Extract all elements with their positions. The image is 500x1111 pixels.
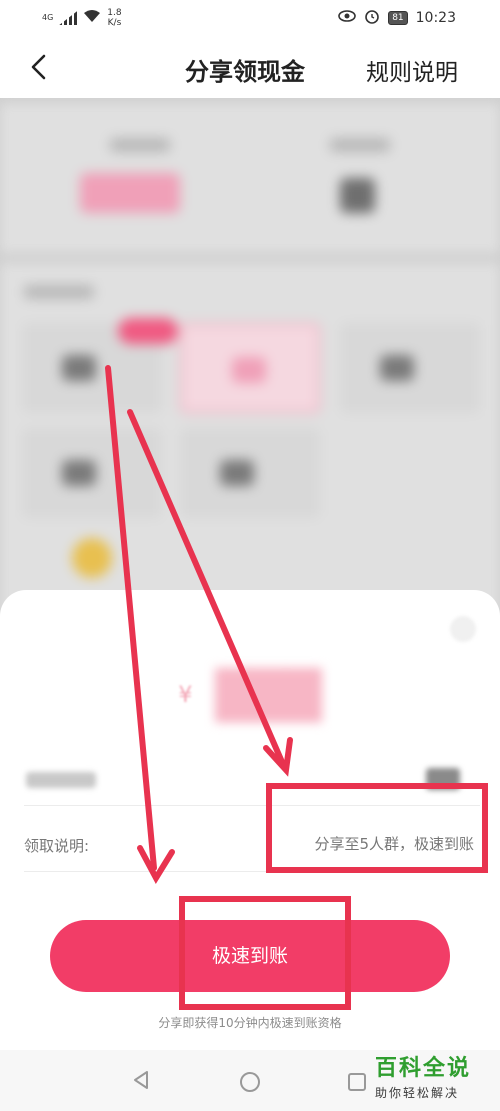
claim-value: 分享至5人群，极速到账	[314, 835, 474, 853]
alarm-icon	[364, 8, 380, 28]
signal-icon	[59, 11, 78, 25]
earned-amount	[80, 173, 180, 213]
clock: 10:23	[415, 10, 456, 26]
section-label	[24, 285, 94, 299]
amount-value-blurred: ███	[215, 668, 322, 722]
rules-link[interactable]: 规则说明	[366, 53, 458, 87]
hot-badge	[118, 318, 178, 344]
network-type: 4G	[42, 13, 54, 22]
page-title: 分享领现金	[185, 58, 305, 86]
summary-card	[0, 103, 500, 253]
eye-icon	[338, 10, 356, 26]
chevron-left-icon[interactable]	[28, 54, 50, 80]
square-recent-icon[interactable]	[348, 1073, 366, 1091]
triangle-back-icon[interactable]	[132, 1070, 150, 1095]
payout-hint: 分享即获得10分钟内极速到账资格	[158, 1016, 342, 1030]
option-tile	[22, 428, 162, 518]
divider	[24, 805, 480, 806]
amount-display: ¥ ███	[0, 668, 500, 722]
bottom-sheet: ¥ ███ 领取说明: 分享至5人群，极速到账 极速到账 分享即获得10分钟内极…	[0, 590, 500, 1050]
speed-value: 1.8	[107, 8, 122, 18]
network-speed: 1.8 K/s	[107, 8, 121, 28]
divider	[24, 871, 480, 872]
options-card	[0, 263, 500, 618]
summary-label	[330, 138, 390, 152]
status-right: 81 10:23	[338, 8, 456, 28]
count-value	[340, 178, 375, 213]
option-tile-selected	[180, 323, 320, 413]
coin-icon	[72, 538, 112, 578]
claim-label: 领取说明:	[24, 837, 90, 855]
page-header: 分享领现金 规则说明	[0, 36, 500, 98]
fast-payout-button[interactable]: 极速到账	[50, 920, 450, 992]
info-row-value	[426, 768, 460, 790]
circle-home-icon[interactable]	[240, 1072, 260, 1092]
status-bar: 4G 1.8 K/s 81 10:23	[0, 0, 500, 36]
watermark-subtitle: 助你轻松解决	[375, 1086, 460, 1100]
info-row-blurred	[24, 760, 480, 800]
watermark-logo: 百科全说 助你轻松解决	[375, 1050, 493, 1101]
option-tile	[340, 323, 480, 413]
blurred-background	[0, 98, 500, 618]
status-left: 4G 1.8 K/s	[42, 8, 122, 28]
wifi-icon	[83, 9, 101, 27]
close-icon[interactable]	[450, 616, 476, 642]
info-row-label	[26, 772, 96, 788]
watermark-title: 百科全说	[375, 1056, 472, 1081]
battery-icon: 81	[388, 11, 408, 25]
option-tile	[180, 428, 320, 518]
currency-symbol: ¥	[178, 682, 193, 708]
speed-unit: K/s	[107, 18, 122, 28]
summary-label	[110, 138, 170, 152]
